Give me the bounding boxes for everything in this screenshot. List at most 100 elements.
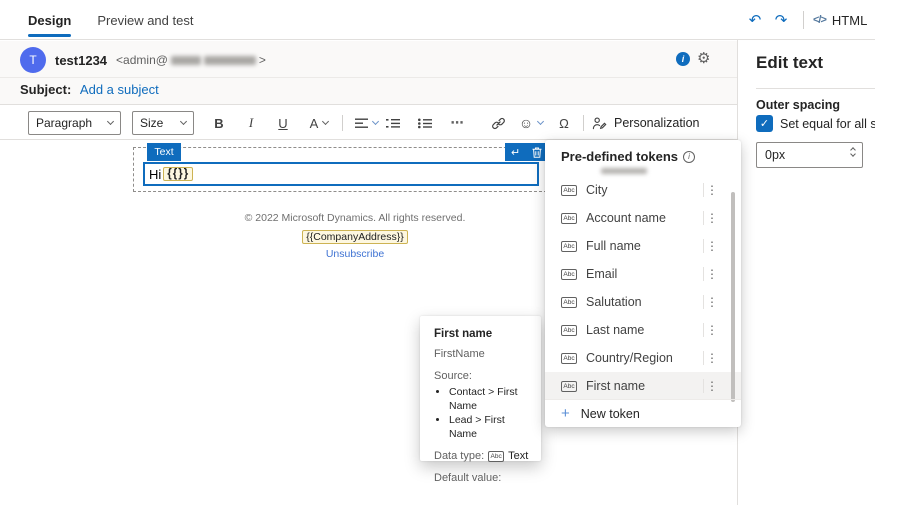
chevron-down-icon [180, 118, 187, 125]
emoji-icon: ☺ [519, 115, 533, 131]
token-item-country-region[interactable]: Abc Country/Region ⋮ [545, 344, 741, 372]
top-tab-bar: Design Preview and test ↶ ↷ </> HTML [0, 0, 875, 40]
gear-icon[interactable]: ⚙ [697, 49, 710, 67]
special-character-button[interactable]: Ω [551, 111, 577, 135]
tokens-dropdown-title: Pre-defined tokens i [561, 149, 695, 164]
link-button[interactable] [485, 111, 511, 135]
text-type-icon: Abc [561, 241, 577, 252]
html-view-button[interactable]: HTML [832, 13, 867, 28]
more-options-icon[interactable]: ⋮ [706, 176, 718, 204]
personalization-button[interactable]: Personalization [592, 111, 699, 135]
font-size-value: Size [140, 116, 163, 130]
active-tab-underline [28, 34, 71, 37]
text-block-selected[interactable]: Text ↵ Hi {{}} [133, 147, 547, 192]
chevron-down-icon [107, 118, 114, 125]
tab-preview-label: Preview and test [97, 13, 193, 28]
more-options-icon[interactable]: ⋮ [706, 344, 718, 372]
company-address-token[interactable]: {{CompanyAddress}} [302, 230, 407, 244]
text-type-icon: Abc [561, 353, 577, 364]
tab-preview-and-test[interactable]: Preview and test [97, 0, 193, 40]
chevron-down-icon [322, 118, 329, 125]
new-token-button[interactable]: + New token [545, 399, 741, 427]
text-type-icon: Abc [561, 381, 577, 392]
tab-design[interactable]: Design [28, 0, 71, 40]
enter-icon[interactable]: ↵ [505, 143, 526, 161]
underline-button[interactable]: U [270, 111, 296, 135]
subject-row: Subject: Add a subject [20, 82, 159, 97]
token-item-account-name[interactable]: Abc Account name ⋮ [545, 204, 741, 232]
paragraph-style-value: Paragraph [36, 116, 92, 130]
tooltip-source-list: Contact > First Name Lead > First Name [449, 385, 529, 441]
emoji-button[interactable]: ☺ [513, 111, 549, 135]
panel-divider [756, 88, 875, 89]
bullet-list-button[interactable] [412, 111, 438, 135]
numbered-list-button[interactable] [380, 111, 406, 135]
token-label: Country/Region [586, 351, 673, 365]
italic-button[interactable]: I [238, 111, 264, 135]
more-options-icon[interactable]: ⋮ [706, 232, 718, 260]
plus-icon: + [561, 406, 570, 421]
token-item-email[interactable]: Abc Email ⋮ [545, 260, 741, 288]
paragraph-style-dropdown[interactable]: Paragraph [28, 111, 121, 135]
sender-row: T test1234 <admin@ > [20, 46, 266, 74]
new-token-label: New token [581, 407, 640, 421]
chevron-down-icon[interactable] [850, 151, 856, 157]
more-formatting-button[interactable]: ⋯ [444, 111, 470, 135]
row-divider [703, 351, 704, 365]
token-item-first-name[interactable]: Abc First name ⋮ [545, 372, 741, 400]
tooltip-source-item: Contact > First Name [449, 385, 529, 413]
chevron-down-icon [537, 118, 544, 125]
spacing-spinner[interactable]: 0px [756, 142, 863, 168]
redo-icon[interactable]: ↷ [768, 11, 794, 29]
token-item-city[interactable]: Abc City ⋮ [545, 176, 741, 204]
personalization-icon [592, 116, 607, 131]
row-divider [703, 379, 704, 393]
info-icon[interactable]: i [683, 151, 695, 163]
topbar-separator [803, 11, 804, 29]
tokens-list: Abc City ⋮ Abc Account name ⋮ Abc Full n… [545, 176, 741, 400]
data-type-label: Data type: [434, 450, 484, 462]
delete-block-button[interactable] [526, 143, 547, 161]
token-item-salutation[interactable]: Abc Salutation ⋮ [545, 288, 741, 316]
text-block-tag[interactable]: Text [147, 143, 181, 161]
undo-icon[interactable]: ↶ [742, 11, 768, 29]
more-options-icon[interactable]: ⋮ [706, 204, 718, 232]
token-placeholder-chip[interactable]: {{}} [163, 167, 193, 181]
info-icon[interactable]: i [676, 52, 690, 66]
subject-label: Subject: [20, 82, 71, 97]
email-designer-window: Design Preview and test ↶ ↷ </> HTML T t… [0, 0, 900, 518]
token-label: Salutation [586, 295, 642, 309]
text-type-icon: Abc [561, 213, 577, 224]
set-equal-checkbox[interactable]: ✓ [756, 115, 773, 132]
dropdown-scrollbar[interactable] [731, 192, 735, 402]
edit-text-panel: Edit text Outer spacing ✓ Set equal for … [737, 40, 875, 505]
formatting-toolbar: Paragraph Size B I U A [0, 106, 737, 140]
tooltip-source-item: Lead > First Name [449, 413, 529, 441]
text-block-editor[interactable]: Hi {{}} [143, 162, 539, 186]
tooltip-system-name: FirstName [434, 348, 529, 360]
token-item-last-name[interactable]: Abc Last name ⋮ [545, 316, 741, 344]
outer-spacing-label: Outer spacing [756, 98, 840, 112]
token-label: First name [586, 379, 645, 393]
text-type-icon: Abc [488, 451, 504, 462]
font-size-dropdown[interactable]: Size [132, 111, 194, 135]
more-options-icon[interactable]: ⋮ [706, 316, 718, 344]
tooltip-title: First name [434, 328, 529, 340]
align-button[interactable] [348, 111, 384, 135]
more-options-icon[interactable]: ⋮ [706, 260, 718, 288]
more-options-icon[interactable]: ⋮ [706, 288, 718, 316]
token-label: Email [586, 267, 617, 281]
align-left-icon [355, 118, 368, 129]
text-type-icon: Abc [561, 185, 577, 196]
token-item-full-name[interactable]: Abc Full name ⋮ [545, 232, 741, 260]
spinner-arrows [851, 146, 855, 156]
panel-title: Edit text [756, 53, 823, 73]
sender-email: <admin@ > [116, 53, 266, 67]
header-divider [0, 77, 737, 78]
text-block-actions: ↵ [505, 143, 547, 161]
font-color-button[interactable]: A [302, 111, 336, 135]
bold-button[interactable]: B [206, 111, 232, 135]
code-icon: </> [813, 14, 826, 26]
more-options-icon[interactable]: ⋮ [706, 372, 718, 400]
subject-input[interactable]: Add a subject [80, 82, 159, 97]
